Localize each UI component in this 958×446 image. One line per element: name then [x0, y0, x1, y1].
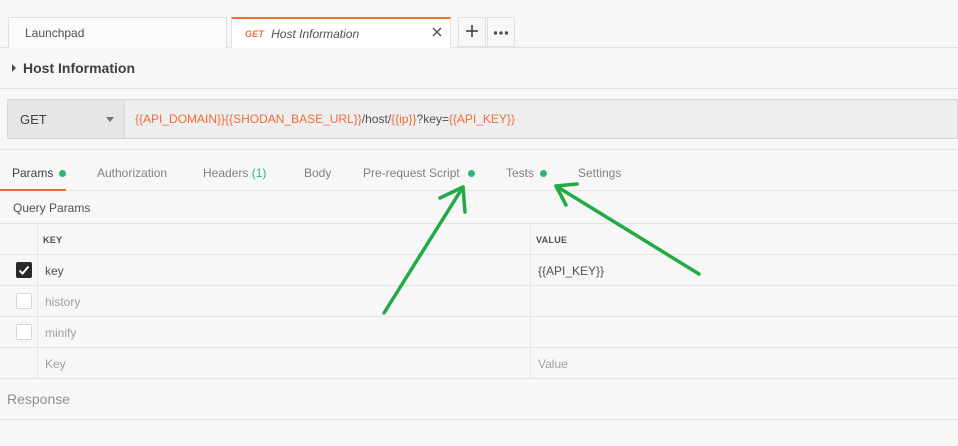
chevron-down-icon: [106, 117, 114, 122]
tab-tests[interactable]: Tests: [506, 166, 534, 180]
url-path-host: /host/: [361, 112, 392, 126]
request-header: Host Information: [0, 48, 958, 89]
method-select-value: GET: [20, 112, 47, 127]
tab-headers[interactable]: Headers (1): [203, 166, 266, 180]
tab-options-button[interactable]: [487, 17, 515, 47]
active-tab-indicator: [0, 189, 66, 191]
new-key-input[interactable]: Key: [45, 357, 66, 371]
tab-settings[interactable]: Settings: [578, 166, 621, 180]
param-value[interactable]: {{API_KEY}}: [538, 264, 604, 278]
column-divider: [530, 348, 531, 378]
tab-launchpad[interactable]: Launchpad: [8, 17, 227, 48]
table-row-new: Key Value: [0, 348, 958, 379]
response-panel: Response: [0, 378, 958, 420]
url-var-api-key: {{API_KEY}}: [448, 112, 515, 126]
param-checkbox[interactable]: [16, 293, 32, 309]
tab-bar: Launchpad GET Host Information: [0, 0, 958, 48]
close-icon[interactable]: [430, 25, 444, 39]
caret-right-icon[interactable]: [12, 64, 16, 72]
column-divider: [530, 317, 531, 347]
table-header-row: KEY VALUE: [0, 224, 958, 255]
param-key[interactable]: history: [45, 295, 80, 309]
url-var-ip: {{ip}}: [391, 112, 417, 126]
method-select[interactable]: GET: [8, 100, 125, 138]
url-bar: GET {{API_DOMAIN}}{{SHODAN_BASE_URL}}/ho…: [7, 99, 958, 139]
table-row: minify: [0, 317, 958, 348]
row-check-cell: [0, 348, 38, 378]
response-title: Response: [7, 391, 71, 407]
column-divider: [530, 255, 531, 285]
tab-host-information-label: Host Information: [271, 26, 360, 41]
column-header-key: KEY: [43, 235, 63, 245]
param-key[interactable]: key: [45, 264, 64, 278]
new-tab-button[interactable]: [458, 17, 486, 47]
more-horizontal-icon: [493, 25, 509, 39]
tab-authorization[interactable]: Authorization: [97, 166, 167, 180]
row-check-cell: [0, 255, 38, 285]
row-check-cell: [0, 317, 38, 347]
tab-host-information[interactable]: GET Host Information: [231, 17, 451, 48]
param-checkbox[interactable]: [16, 324, 32, 340]
url-var-shodan-base-url: {{SHODAN_BASE_URL}}: [225, 112, 362, 126]
pre-request-script-status-dot: [468, 170, 475, 177]
table-row: history: [0, 286, 958, 317]
table-row: key {{API_KEY}}: [0, 255, 958, 286]
request-name[interactable]: Host Information: [23, 60, 135, 76]
request-tabs: Params Authorization Headers (1) Body Pr…: [0, 149, 958, 191]
tests-status-dot: [540, 170, 547, 177]
tab-launchpad-label: Launchpad: [25, 26, 85, 40]
postman-window: Launchpad GET Host Information Host Info…: [0, 0, 958, 446]
tab-method-label: GET: [245, 28, 265, 39]
column-divider: [530, 224, 531, 254]
row-check-cell: [0, 286, 38, 316]
tab-headers-label: Headers: [203, 166, 249, 180]
url-input[interactable]: {{API_DOMAIN}}{{SHODAN_BASE_URL}}/host/{…: [135, 112, 515, 126]
url-query-key: ?key=: [416, 112, 449, 126]
tab-body[interactable]: Body: [304, 166, 331, 180]
new-value-input[interactable]: Value: [538, 357, 568, 371]
param-checkbox[interactable]: [16, 262, 32, 278]
url-var-api-domain: {{API_DOMAIN}}: [135, 112, 226, 126]
tab-pre-request-script[interactable]: Pre-request Script: [363, 166, 460, 180]
header-check-cell: [0, 224, 38, 254]
checkmark-icon: [18, 265, 30, 275]
plus-icon: [465, 24, 479, 41]
query-params-title: Query Params: [13, 201, 91, 215]
tab-params[interactable]: Params: [12, 166, 53, 180]
column-header-value: VALUE: [536, 235, 568, 245]
query-params-table: KEY VALUE key {{API_KEY}} history minify…: [0, 223, 958, 379]
param-key[interactable]: minify: [45, 326, 76, 340]
params-status-dot: [59, 170, 66, 177]
headers-count-badge: (1): [251, 166, 267, 180]
column-divider: [530, 286, 531, 316]
